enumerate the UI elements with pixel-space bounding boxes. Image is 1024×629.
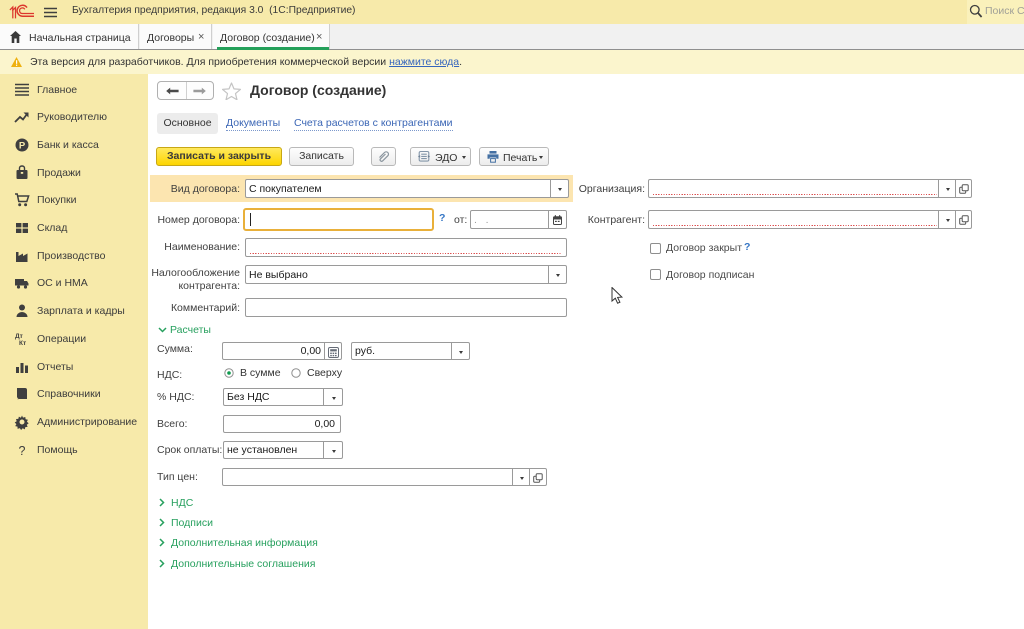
svg-text:Кт: Кт <box>19 340 26 347</box>
svg-text:?: ? <box>19 444 26 458</box>
svg-text:P: P <box>19 140 26 151</box>
svg-text:Дт: Дт <box>15 333 23 340</box>
